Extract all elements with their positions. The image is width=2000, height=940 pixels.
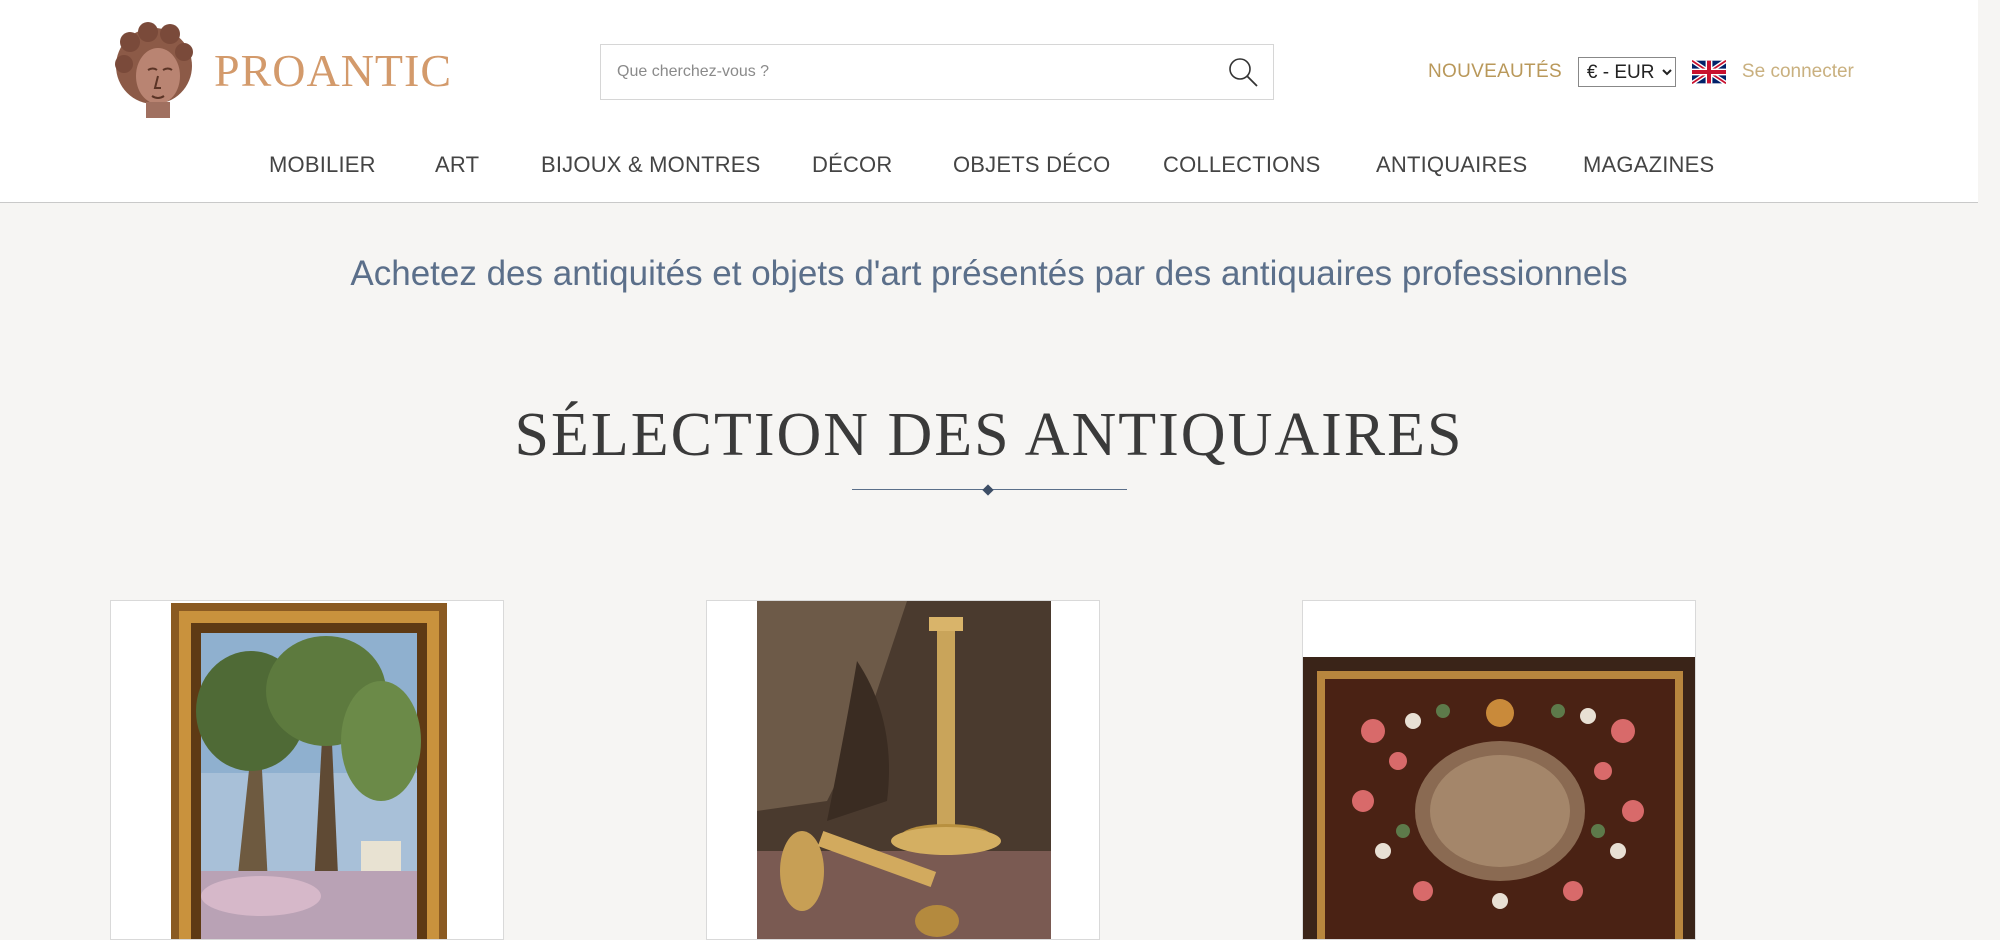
site-header: PROANTIC NOUVEAUTÉS € - EUR Se connecter… xyxy=(0,0,1978,203)
product-card[interactable] xyxy=(706,600,1100,940)
logo-text: PROANTIC xyxy=(214,44,453,96)
nav-item-magazines[interactable]: MAGAZINES xyxy=(1583,152,1714,178)
classical-head-logo-icon xyxy=(115,22,193,118)
product-card[interactable] xyxy=(1302,600,1696,940)
nav-item-objets-deco[interactable]: OBJETS DÉCO xyxy=(953,152,1110,178)
search-bar xyxy=(600,44,1274,100)
nav-item-collections[interactable]: COLLECTIONS xyxy=(1163,152,1320,178)
search-input[interactable] xyxy=(601,44,1213,100)
section-title: SÉLECTION DES ANTIQUAIRES xyxy=(514,401,1464,469)
currency-select[interactable]: € - EUR xyxy=(1577,57,1676,87)
landscape-painting-image xyxy=(111,601,503,939)
search-icon xyxy=(1229,58,1258,87)
uk-flag-icon[interactable] xyxy=(1691,60,1726,84)
main-navigation: MOBILIER ART BIJOUX & MONTRES DÉCOR OBJE… xyxy=(108,124,1848,202)
product-card[interactable] xyxy=(110,600,504,940)
nav-item-antiquaires[interactable]: ANTIQUAIRES xyxy=(1376,152,1527,178)
title-divider-diamond-icon xyxy=(982,484,994,496)
gilt-candlestick-image xyxy=(707,601,1099,939)
header-actions: NOUVEAUTÉS € - EUR Se connecter xyxy=(1428,56,1854,88)
floral-tapestry-image xyxy=(1303,601,1695,939)
nav-item-art[interactable]: ART xyxy=(435,152,479,178)
nav-item-bijoux-montres[interactable]: BIJOUX & MONTRES xyxy=(541,152,761,178)
nouveautes-link[interactable]: NOUVEAUTÉS xyxy=(1428,61,1562,83)
nav-item-decor[interactable]: DÉCOR xyxy=(812,152,892,178)
login-link[interactable]: Se connecter xyxy=(1742,61,1854,83)
search-button[interactable] xyxy=(1213,45,1273,99)
site-logo[interactable]: PROANTIC xyxy=(108,20,452,120)
site-tagline: Achetez des antiquités et objets d'art p… xyxy=(350,254,1628,293)
nav-item-mobilier[interactable]: MOBILIER xyxy=(269,152,376,178)
